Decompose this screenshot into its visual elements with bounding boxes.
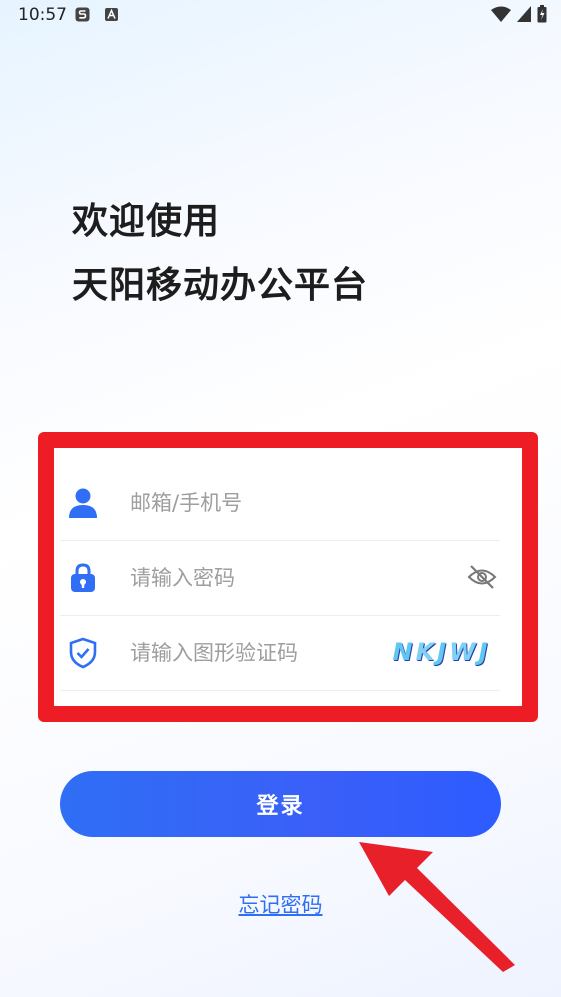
- signal-icon: [517, 6, 531, 22]
- sim-s-icon: [75, 7, 90, 22]
- eye-off-icon[interactable]: [466, 563, 498, 591]
- status-time: 10:57: [18, 5, 67, 25]
- battery-icon: [537, 5, 547, 23]
- annotation-arrow-icon: [359, 842, 515, 972]
- login-form: N K J W J: [54, 448, 522, 706]
- shield-check-icon: [66, 636, 100, 670]
- password-row: [60, 541, 500, 616]
- login-button[interactable]: 登录: [60, 771, 501, 837]
- status-right-icons: [491, 5, 547, 23]
- login-form-highlight-frame: N K J W J: [38, 432, 538, 722]
- captcha-row: N K J W J: [60, 616, 500, 691]
- status-bar: 10:57: [0, 0, 561, 32]
- account-input[interactable]: [128, 490, 432, 516]
- wifi-icon: [491, 6, 511, 22]
- account-row: [60, 466, 500, 541]
- user-icon: [66, 486, 100, 520]
- welcome-title-line2: 天阳移动办公平台: [72, 265, 369, 306]
- lock-icon: [66, 561, 100, 595]
- captcha-image[interactable]: N K J W J: [380, 634, 500, 670]
- notification-a-icon: [105, 8, 118, 21]
- password-input[interactable]: [128, 565, 432, 591]
- welcome-title-line1: 欢迎使用: [72, 201, 221, 242]
